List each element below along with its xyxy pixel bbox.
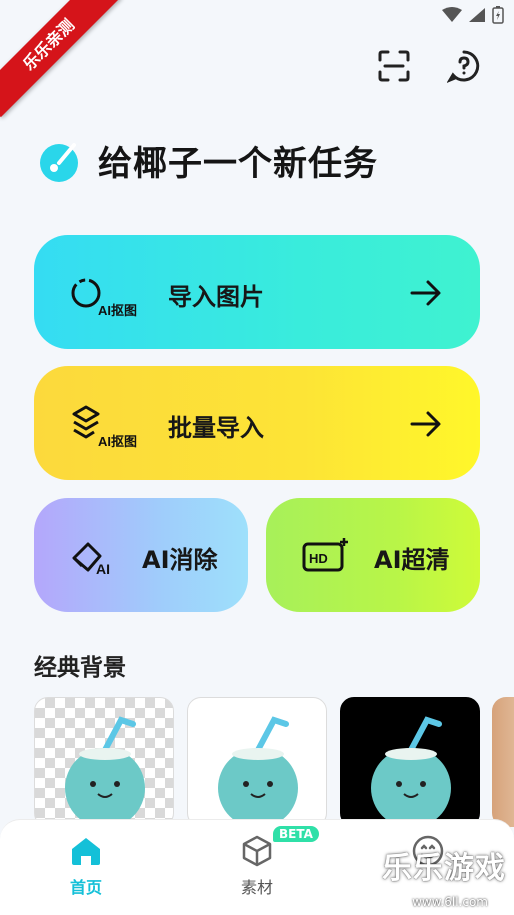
background-thumb-transparent[interactable]: [34, 697, 174, 827]
tab-home-label: 首页: [69, 878, 102, 897]
tab-material-label: 素材: [240, 878, 273, 897]
scan-button[interactable]: [374, 46, 414, 86]
site-watermark-url: www.6ll.com: [412, 895, 488, 909]
svg-text:AI抠图: AI抠图: [98, 434, 137, 448]
classic-backgrounds-title: 经典背景: [34, 655, 126, 681]
hd-icon: HD: [302, 538, 348, 572]
battery-icon: [492, 6, 504, 24]
beta-badge: BETA: [273, 826, 319, 842]
help-button[interactable]: [444, 46, 484, 86]
wifi-icon: [442, 7, 462, 22]
ai-cutout-icon: AI抠图: [71, 278, 137, 317]
eraser-icon: AI: [72, 542, 110, 576]
tab-material[interactable]: BETA 素材: [207, 826, 319, 898]
home-icon: [72, 838, 100, 865]
coconut-image: [218, 716, 298, 826]
svg-text:AI抠图: AI抠图: [98, 303, 137, 317]
ai-erase-label: AI消除: [142, 546, 218, 574]
coconut-image: [65, 716, 145, 826]
batch-import-label: 批量导入: [168, 414, 264, 442]
import-image-card[interactable]: AI抠图 导入图片: [34, 235, 480, 349]
ai-hd-card[interactable]: HD AI超清: [266, 498, 480, 612]
coconut-logo-icon: [40, 142, 78, 182]
ai-erase-card[interactable]: AI AI消除: [34, 498, 248, 612]
batch-import-card[interactable]: AI抠图 批量导入: [34, 366, 480, 480]
site-watermark: 乐乐游戏: [382, 851, 506, 886]
scan-icon: [378, 50, 410, 82]
signal-icon: [469, 8, 485, 22]
bottom-tab-bar: 首页 BETA 素材 乐乐游戏 www.6ll.com: [0, 819, 514, 915]
background-thumb-photo[interactable]: [492, 697, 514, 827]
cube-icon: [242, 835, 272, 867]
background-thumb-black[interactable]: [340, 697, 480, 827]
help-icon: [447, 50, 480, 83]
arrow-right-icon: [410, 411, 441, 437]
arrow-right-icon: [410, 280, 441, 306]
tab-home[interactable]: 首页: [36, 834, 136, 898]
import-image-label: 导入图片: [168, 283, 264, 311]
background-thumb-white[interactable]: [187, 697, 327, 827]
svg-text:HD: HD: [309, 551, 328, 566]
svg-text:AI: AI: [96, 561, 110, 576]
layers-cutout-icon: AI抠图: [72, 405, 137, 448]
ai-hd-label: AI超清: [374, 546, 450, 574]
coconut-image: [371, 716, 451, 826]
page-title: 给椰子一个新任务: [98, 144, 378, 184]
